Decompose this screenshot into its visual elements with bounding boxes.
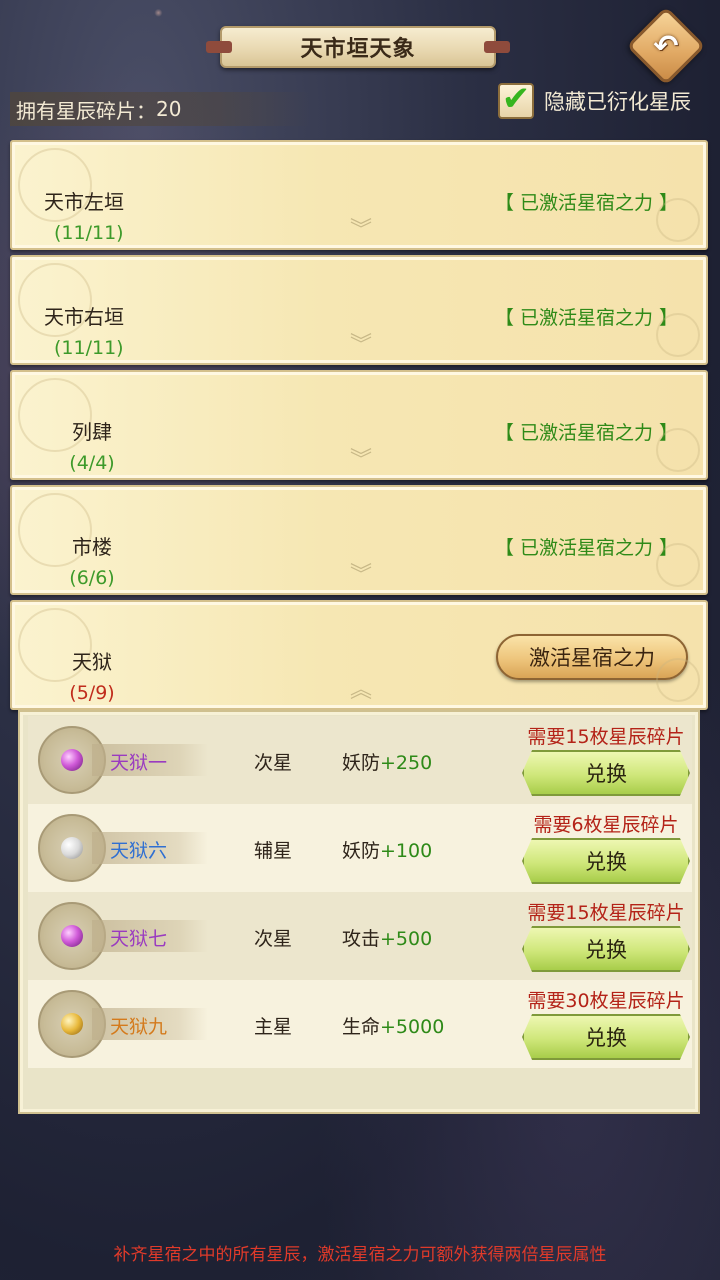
- chevron-down-icon[interactable]: ︾: [344, 450, 378, 472]
- attr-name: 生命: [342, 1016, 381, 1038]
- star-name: 天狱七: [110, 928, 168, 950]
- star-detail-panel: 天狱一 次星 妖防+250 需要15枚星辰碎片 兑换 天狱六 辅星 妖防+100…: [18, 710, 700, 1114]
- star-cost: 需要15枚星辰碎片: [527, 726, 685, 748]
- star-type: 次星: [254, 928, 293, 950]
- star-type: 次星: [254, 752, 293, 774]
- group-count: (6/6): [69, 567, 115, 589]
- attr-name: 攻击: [342, 928, 381, 950]
- attr-name: 妖防: [342, 752, 381, 774]
- group-status: 【 已激活星宿之力 】: [494, 422, 678, 444]
- star-row: 天狱九 主星 生命+5000 需要30枚星辰碎片 兑换: [28, 980, 692, 1068]
- group-name: 天狱: [72, 650, 112, 674]
- star-type: 辅星: [254, 840, 293, 862]
- white-orb-icon: [61, 837, 83, 859]
- star-attribute: 妖防+100: [342, 836, 432, 863]
- activate-power-button[interactable]: 激活星宿之力: [496, 634, 688, 680]
- fragment-counter: 拥有星辰碎片： 20: [10, 92, 310, 126]
- star-cost: 需要30枚星辰碎片: [527, 990, 685, 1012]
- group-status: 【 已激活星宿之力 】: [494, 307, 678, 329]
- check-icon: ✔: [501, 79, 531, 119]
- star-row: 天狱一 次星 妖防+250 需要15枚星辰碎片 兑换: [28, 716, 692, 804]
- fragment-value: 20: [156, 97, 182, 121]
- group-count: (4/4): [69, 452, 115, 474]
- star-attribute: 生命+5000: [342, 1012, 444, 1039]
- chevron-down-icon[interactable]: ︾: [344, 220, 378, 242]
- purple-orb-icon: [61, 749, 83, 771]
- attr-value: +5000: [380, 1016, 445, 1038]
- attr-value: +500: [380, 928, 433, 950]
- star-cost: 需要15枚星辰碎片: [527, 902, 685, 924]
- star-row: 天狱六 辅星 妖防+100 需要6枚星辰碎片 兑换: [28, 804, 692, 892]
- exchange-label: 兑换: [585, 762, 627, 786]
- page-title-plate: 天市垣天象: [206, 26, 510, 68]
- chevron-down-icon[interactable]: ︾: [344, 565, 378, 587]
- exchange-button[interactable]: 兑换: [522, 926, 690, 972]
- hide-evolved-checkbox[interactable]: ✔: [498, 79, 534, 119]
- exchange-label: 兑换: [585, 1026, 627, 1050]
- group-row[interactable]: 市楼 (6/6) 【 已激活星宿之力 】 ︾: [10, 485, 708, 595]
- fragment-label: 拥有星辰碎片：: [16, 98, 156, 123]
- exchange-button[interactable]: 兑换: [522, 750, 690, 796]
- star-name: 天狱九: [110, 1016, 168, 1038]
- group-count: (11/11): [54, 337, 124, 359]
- exchange-label: 兑换: [585, 938, 627, 962]
- star-row: 天狱七 次星 攻击+500 需要15枚星辰碎片 兑换: [28, 892, 692, 980]
- chevron-down-icon[interactable]: ︾: [344, 335, 378, 357]
- star-name: 天狱一: [110, 752, 168, 774]
- group-count: (11/11): [54, 222, 124, 244]
- group-status: 【 已激活星宿之力 】: [494, 537, 678, 559]
- star-name: 天狱六: [110, 840, 168, 862]
- chevron-up-icon[interactable]: ︽: [344, 680, 378, 702]
- exchange-button[interactable]: 兑换: [522, 838, 690, 884]
- attr-name: 妖防: [342, 840, 381, 862]
- star-type: 主星: [254, 1016, 293, 1038]
- exchange-label: 兑换: [585, 850, 627, 874]
- group-name: 列肆: [72, 420, 112, 444]
- attr-value: +100: [380, 840, 433, 862]
- gold-orb-icon: [61, 1013, 83, 1035]
- activate-power-label: 激活星宿之力: [529, 646, 655, 670]
- group-name: 天市右垣: [44, 305, 124, 329]
- purple-orb-icon: [61, 925, 83, 947]
- constellation-list[interactable]: 天市左垣 (11/11) 【 已激活星宿之力 】 ︾ 天市右垣 (11/11) …: [8, 138, 712, 1120]
- star-attribute: 攻击+500: [342, 924, 432, 951]
- exchange-button[interactable]: 兑换: [522, 1014, 690, 1060]
- attr-value: +250: [380, 752, 433, 774]
- group-row[interactable]: 列肆 (4/4) 【 已激活星宿之力 】 ︾: [10, 370, 708, 480]
- footer-tip: 补齐星宿之中的所有星辰，激活星宿之力可额外获得两倍星辰属性: [113, 1245, 607, 1265]
- group-name: 市楼: [72, 535, 112, 559]
- star-cost: 需要6枚星辰碎片: [533, 814, 679, 836]
- page-title: 天市垣天象: [300, 37, 416, 62]
- group-name: 天市左垣: [44, 190, 124, 214]
- group-status: 【 已激活星宿之力 】: [494, 192, 678, 214]
- group-row-expanded[interactable]: 天狱 (5/9) 激活星宿之力 ︽: [10, 600, 708, 710]
- star-attribute: 妖防+250: [342, 748, 432, 775]
- group-row[interactable]: 天市左垣 (11/11) 【 已激活星宿之力 】 ︾: [10, 140, 708, 250]
- group-row[interactable]: 天市右垣 (11/11) 【 已激活星宿之力 】 ︾: [10, 255, 708, 365]
- hide-evolved-toggle[interactable]: ✔ 隐藏已衍化星辰: [498, 79, 691, 119]
- back-arrow-icon[interactable]: ↶: [638, 18, 694, 74]
- hide-evolved-label: 隐藏已衍化星辰: [544, 90, 691, 114]
- group-count: (5/9): [69, 682, 115, 704]
